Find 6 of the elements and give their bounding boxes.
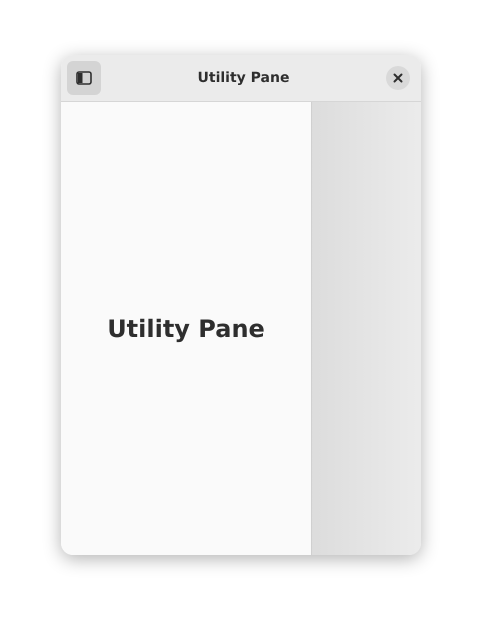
- sidebar-icon: [76, 71, 92, 85]
- window-title: Utility Pane: [198, 68, 290, 88]
- close-button[interactable]: [386, 66, 410, 90]
- content-heading: Utility Pane: [107, 314, 265, 344]
- close-icon: [393, 73, 403, 83]
- sidebar-toggle-button[interactable]: [67, 61, 101, 95]
